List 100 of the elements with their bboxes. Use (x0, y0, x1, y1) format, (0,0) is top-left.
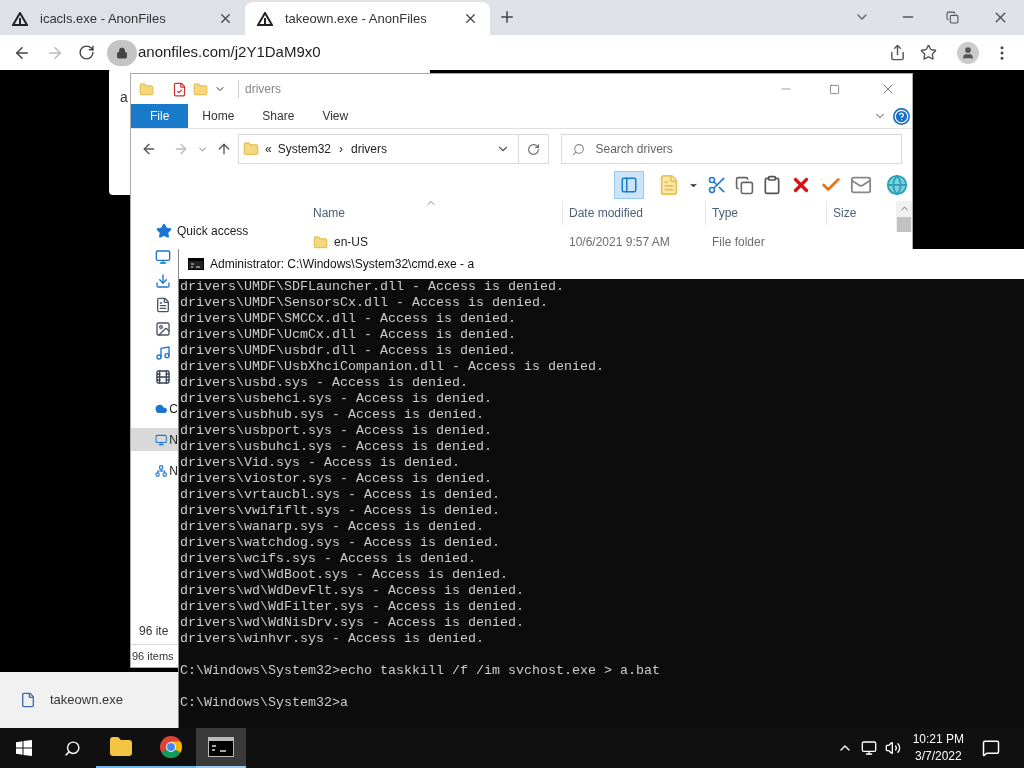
lock-badge[interactable] (107, 39, 137, 66)
console-line: drivers\UMDF\usbdr.dll - Access is denied. (180, 343, 516, 359)
copy-icon[interactable] (735, 175, 754, 195)
monitor-icon (155, 249, 171, 265)
breadcrumb-item[interactable]: « (264, 140, 272, 158)
dialog-text: a (120, 89, 128, 105)
console-line: drivers\wd\WdNisDrv.sys - Access is denied. (180, 615, 524, 631)
nav-item[interactable]: Quick access (131, 218, 253, 244)
panel-icon (620, 176, 638, 194)
folder-icon (313, 234, 328, 250)
pane-toggle-button[interactable] (614, 171, 644, 199)
console-line: drivers\watchdog.sys - Access is denied. (180, 535, 500, 551)
clock-date: 3/7/2022 (914, 748, 962, 765)
console-line: drivers\UMDF\SMCCx.dll - Access is denied. (180, 311, 516, 327)
nav-item[interactable]: N (131, 428, 178, 451)
file-icon (20, 692, 36, 708)
console-line: drivers\wd\WdBoot.sys - Access is denied. (180, 567, 508, 583)
console-line: drivers\usbport.sys - Access is denied. (180, 423, 492, 439)
search-placeholder: Search drivers (595, 141, 673, 158)
folder-icon (242, 141, 259, 157)
console-line: drivers\UMDF\UsbXhciCompanion.dll - Access is denied. (180, 359, 604, 375)
restore-icon[interactable] (946, 11, 959, 24)
console-line: drivers\vwififlt.sys - Access is denied. (180, 503, 500, 519)
console-line: drivers\usbehci.sys - Access is denied. (180, 391, 492, 407)
taskbar-app-button[interactable] (196, 728, 246, 768)
column-header[interactable]: Name (307, 201, 562, 225)
console-command: C:\Windows\System32>echo taskkill /f /im svchost.exe > a.bat (180, 663, 660, 679)
search-field[interactable]: Search drivers (561, 134, 902, 164)
table-cell-text: 10/6/2021 9:57 AM (568, 234, 671, 251)
scrollbar[interactable] (896, 201, 912, 232)
share-icon[interactable] (889, 44, 906, 61)
search-icon (572, 142, 586, 156)
star-icon[interactable] (920, 44, 937, 61)
nav-label: N (169, 431, 178, 449)
url-text: anonfiles.com/j2Y1DaM9x0 (138, 42, 321, 63)
console-line: drivers\UMDF\UcmCx.dll - Access is denied. (180, 327, 516, 343)
speaker-icon[interactable] (884, 740, 901, 756)
new-tab-icon[interactable] (498, 8, 516, 26)
maximize-icon[interactable] (829, 83, 840, 95)
ribbon-tab[interactable]: Home (188, 104, 249, 128)
console-line: drivers\usbuhci.sys - Access is denied. (180, 439, 492, 455)
ribbon-tab[interactable]: Share (248, 104, 309, 128)
column-header[interactable]: Type (705, 201, 826, 225)
terminal-icon (208, 737, 234, 757)
window-title: Administrator: C:\Windows\System32\cmd.exe - a (210, 256, 475, 273)
nav-label: Quick access (177, 223, 249, 240)
file-name[interactable]: en-US (334, 233, 368, 251)
reload-icon[interactable] (78, 44, 95, 61)
folder-icon (109, 735, 133, 759)
console-line: drivers\wanarp.sys - Access is denied. (180, 519, 484, 535)
notification-icon[interactable] (982, 739, 1000, 757)
profile-avatar[interactable] (957, 41, 979, 64)
network-icon[interactable] (860, 740, 877, 756)
film-icon (155, 369, 171, 385)
breadcrumb-item[interactable]: drivers (351, 140, 387, 158)
item-count: 96 ite (139, 623, 169, 640)
console-line: drivers\winhvr.sys - Access is denied. (180, 631, 484, 647)
console-line: drivers\usbhub.sys - Access is denied. (180, 407, 484, 423)
triangle-logo-icon (257, 11, 273, 26)
star-icon (156, 223, 172, 239)
lock-icon (116, 46, 128, 59)
nav-item[interactable]: C (131, 397, 178, 420)
ribbon-tab[interactable]: File (131, 104, 189, 128)
help-icon (894, 108, 909, 124)
close-icon[interactable] (463, 11, 478, 26)
search-icon (63, 739, 81, 757)
triangle-logo-icon (12, 11, 28, 26)
tab-title: takeown.exe - AnonFiles (285, 9, 428, 28)
close-icon[interactable] (218, 11, 233, 26)
address-field[interactable]: « System32 › drivers (237, 134, 550, 164)
console-line: drivers\wd\WdDevFlt.sys - Access is denied. (180, 583, 524, 599)
breadcrumb-item[interactable]: System32 (277, 140, 331, 158)
console-line: drivers\Vid.sys - Access is denied. (180, 455, 460, 471)
column-header[interactable]: Date modified (562, 201, 705, 225)
window-title: drivers (238, 80, 281, 98)
terminal-icon (188, 258, 204, 270)
console-line: drivers\UMDF\SensorsCx.dll - Access is denied. (180, 295, 548, 311)
clipboard-icon[interactable] (762, 175, 782, 195)
download-icon (155, 273, 171, 289)
browser-tab[interactable]: icacls.exe - AnonFiles (0, 2, 245, 35)
help-button[interactable] (893, 107, 910, 125)
nav-label: N (169, 462, 178, 480)
refresh-icon (527, 142, 541, 156)
console-line: drivers\viostor.sys - Access is denied. (180, 471, 492, 487)
nav-item[interactable]: N (131, 459, 178, 482)
browser-tab[interactable]: takeown.exe - AnonFiles (245, 2, 490, 35)
globe-icon[interactable] (886, 174, 908, 196)
scroll-thumb[interactable] (897, 217, 911, 232)
download-file-name[interactable]: takeown.exe (50, 690, 123, 710)
scissors-icon[interactable] (707, 175, 727, 195)
status-text: 96 items (132, 648, 174, 664)
document-icon (155, 297, 171, 313)
clock[interactable]: 10:21 PM 3/7/2022 (912, 731, 964, 765)
tab-title: icacls.exe - AnonFiles (40, 9, 167, 28)
person-icon (961, 45, 975, 60)
console-line: drivers\wcifs.sys - Access is denied. (180, 551, 476, 567)
ribbon-tab[interactable]: View (308, 104, 363, 128)
clock-time: 10:21 PM (912, 731, 964, 748)
properties-icon[interactable] (172, 81, 187, 97)
table-cell-text: File folder (711, 234, 766, 251)
